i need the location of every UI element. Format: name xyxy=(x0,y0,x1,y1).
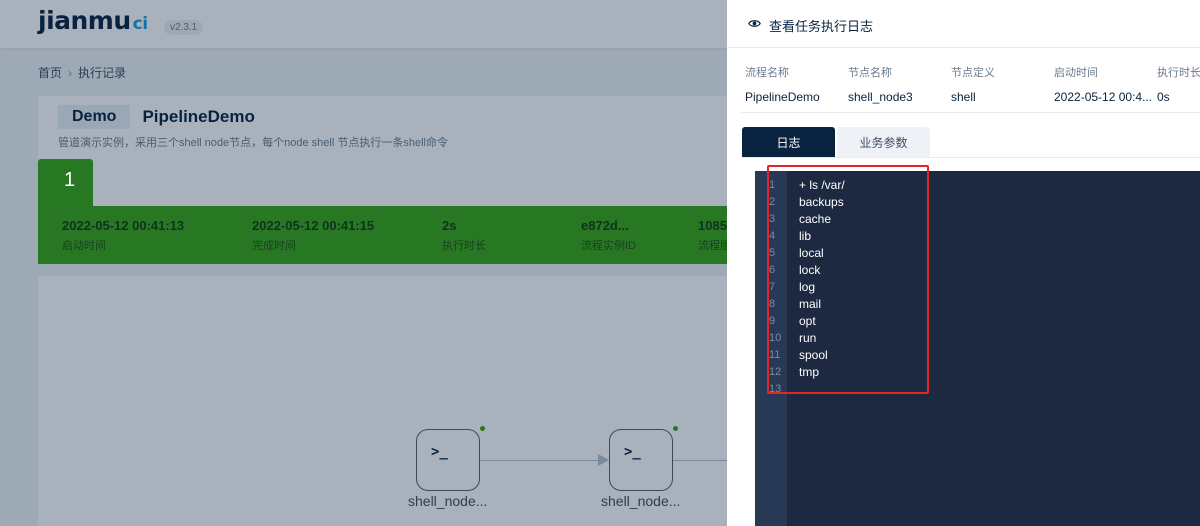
info-value: shell_node3 xyxy=(848,90,913,104)
eye-icon xyxy=(748,20,761,27)
info-node-def: 节点定义 shell xyxy=(951,64,995,104)
divider xyxy=(741,112,1200,113)
tab-business-params[interactable]: 业务参数 xyxy=(837,127,930,158)
drawer-tabs: 日志 业务参数 xyxy=(742,127,930,158)
tab-log[interactable]: 日志 xyxy=(742,127,835,158)
info-key: 启动时间 xyxy=(1054,67,1098,79)
info-key: 执行时长 xyxy=(1157,67,1200,79)
task-info: 流程名称 PipelineDemo 节点名称 shell_node3 节点定义 … xyxy=(745,64,1200,112)
info-node-name: 节点名称 shell_node3 xyxy=(848,64,913,104)
info-key: 节点定义 xyxy=(951,67,995,79)
info-key: 流程名称 xyxy=(745,67,789,79)
info-value: 2022-05-12 00:4... xyxy=(1054,90,1153,104)
record-tab-number: 1 xyxy=(64,169,76,191)
drawer-title: 查看任务执行日志 xyxy=(769,19,874,34)
highlight-box xyxy=(767,165,929,394)
tab-underline xyxy=(742,157,1200,158)
info-pipeline-name: 流程名称 PipelineDemo xyxy=(745,64,820,104)
info-value: shell xyxy=(951,90,976,104)
info-key: 节点名称 xyxy=(848,67,892,79)
info-value: PipelineDemo xyxy=(745,90,820,104)
info-duration: 执行时长 0s xyxy=(1157,64,1200,104)
info-start-time: 启动时间 2022-05-12 00:4... xyxy=(1054,64,1152,104)
info-value: 0s xyxy=(1157,90,1170,104)
drawer-header: 查看任务执行日志 xyxy=(727,0,1200,48)
